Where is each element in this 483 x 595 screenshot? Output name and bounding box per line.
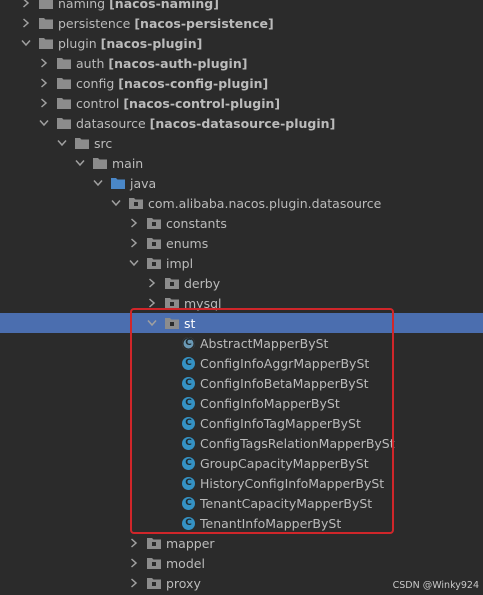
tree-item-label: plugin [58, 35, 97, 51]
tree-folder-item[interactable]: src [0, 133, 483, 153]
tree-folder-item[interactable]: persistence [nacos-persistence] [0, 13, 483, 33]
folder-icon [146, 236, 162, 250]
chevron-right-icon[interactable] [38, 53, 50, 73]
tree-item-label: com.alibaba.nacos.plugin.datasource [148, 195, 382, 211]
tree-folder-item[interactable]: auth [nacos-auth-plugin] [0, 53, 483, 73]
tree-item-label: model [166, 555, 205, 571]
chevron-right-icon[interactable] [128, 573, 140, 593]
tree-folder-item[interactable]: enums [0, 233, 483, 253]
folder-icon [146, 256, 162, 270]
tree-folder-item[interactable]: java [0, 173, 483, 193]
folder-icon [146, 576, 162, 590]
tree-folder-item[interactable]: control [nacos-control-plugin] [0, 93, 483, 113]
tree-item-label: config [76, 75, 115, 91]
chevron-down-icon[interactable] [92, 173, 104, 193]
tree-item-label: impl [166, 255, 194, 271]
chevron-right-icon[interactable] [128, 213, 140, 233]
tree-item-label: mapper [166, 535, 215, 551]
chevron-right-icon[interactable] [38, 93, 50, 113]
module-name: [nacos-datasource-plugin] [149, 115, 336, 131]
folder-icon [146, 216, 162, 230]
tree-item-label: auth [76, 55, 105, 71]
highlight-box [130, 308, 394, 534]
watermark: CSDN @Winky924 [392, 580, 479, 591]
folder-icon [128, 196, 144, 210]
chevron-down-icon[interactable] [110, 193, 122, 213]
chevron-right-icon[interactable] [38, 73, 50, 93]
chevron-down-icon[interactable] [20, 33, 32, 53]
source-folder-icon [110, 176, 126, 190]
tree-item-label: proxy [166, 575, 201, 591]
tree-folder-item[interactable]: constants [0, 213, 483, 233]
folder-icon [38, 0, 54, 10]
chevron-right-icon[interactable] [146, 273, 158, 293]
tree-folder-item[interactable]: impl [0, 253, 483, 273]
module-name: [nacos-naming] [109, 0, 219, 11]
folder-icon [56, 116, 72, 130]
chevron-right-icon[interactable] [20, 0, 32, 13]
module-name: [nacos-config-plugin] [118, 75, 269, 91]
tree-folder-item[interactable]: derby [0, 273, 483, 293]
folder-icon [56, 76, 72, 90]
folder-icon [38, 36, 54, 50]
chevron-right-icon[interactable] [128, 533, 140, 553]
folder-icon [164, 276, 180, 290]
tree-folder-item[interactable]: mapper [0, 533, 483, 553]
module-name: [nacos-persistence] [134, 15, 274, 31]
chevron-down-icon[interactable] [38, 113, 50, 133]
tree-item-label: enums [166, 235, 209, 251]
module-name: [nacos-plugin] [100, 35, 203, 51]
chevron-down-icon[interactable] [128, 253, 140, 273]
tree-item-label: persistence [58, 15, 131, 31]
folder-icon [74, 136, 90, 150]
tree-folder-item[interactable]: model [0, 553, 483, 573]
tree-folder-item[interactable]: com.alibaba.nacos.plugin.datasource [0, 193, 483, 213]
chevron-right-icon[interactable] [20, 13, 32, 33]
tree-item-label: main [112, 155, 144, 171]
tree-folder-item[interactable]: main [0, 153, 483, 173]
module-name: [nacos-auth-plugin] [108, 55, 248, 71]
folder-icon [56, 56, 72, 70]
chevron-right-icon[interactable] [128, 233, 140, 253]
tree-folder-item[interactable]: config [nacos-config-plugin] [0, 73, 483, 93]
tree-folder-item[interactable]: naming [nacos-naming] [0, 0, 483, 13]
folder-icon [56, 96, 72, 110]
folder-icon [38, 16, 54, 30]
tree-item-label: java [130, 175, 157, 191]
tree-item-label: control [76, 95, 120, 111]
tree-item-label: src [94, 135, 113, 151]
tree-item-label: derby [184, 275, 221, 291]
module-name: [nacos-control-plugin] [123, 95, 281, 111]
folder-icon [146, 556, 162, 570]
tree-folder-item[interactable]: plugin [nacos-plugin] [0, 33, 483, 53]
tree-folder-item[interactable]: datasource [nacos-datasource-plugin] [0, 113, 483, 133]
tree-item-label: naming [58, 0, 106, 11]
folder-icon [92, 156, 108, 170]
chevron-right-icon[interactable] [128, 553, 140, 573]
folder-icon [146, 536, 162, 550]
tree-item-label: constants [166, 215, 227, 231]
tree-item-label: datasource [76, 115, 146, 131]
chevron-down-icon[interactable] [74, 153, 86, 173]
chevron-down-icon[interactable] [56, 133, 68, 153]
